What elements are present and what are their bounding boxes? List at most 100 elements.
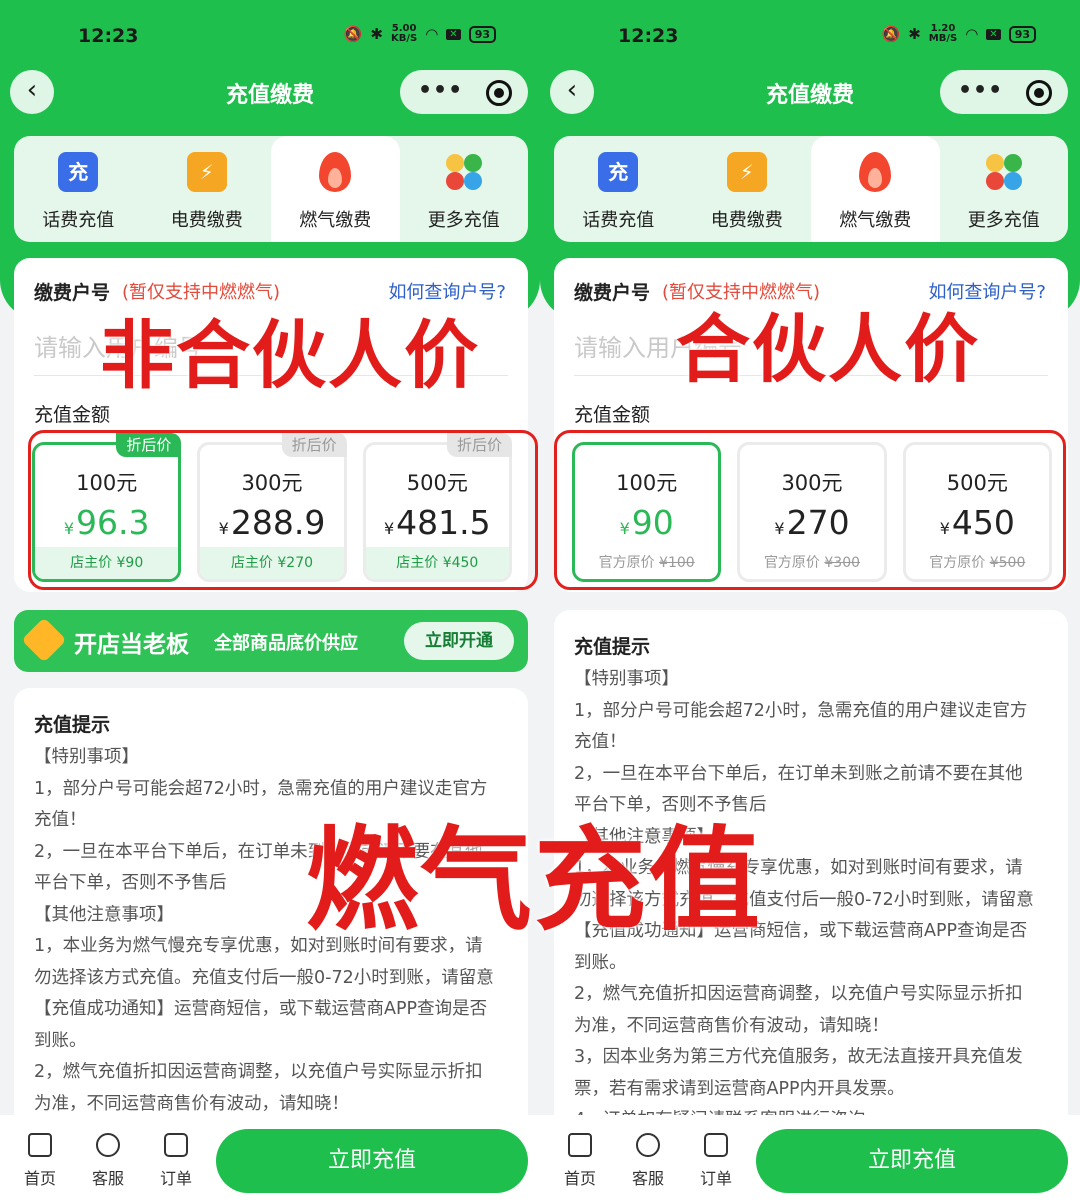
battery-icon: 93	[1008, 25, 1036, 43]
tab-orders-label: 订单	[159, 1169, 192, 1188]
tips-line: 为准，不同运营商售价有波动，请知晓！	[574, 1015, 889, 1036]
status-bar: 12:23 🔕 ✱ 5.00 KB/S ◠ ✕ 93	[0, 18, 540, 54]
electricity-icon: ⚡	[726, 152, 767, 192]
wifi-icon: ◠	[425, 25, 439, 43]
bluetooth-icon: ✱	[370, 25, 383, 43]
tab-gas[interactable]: 燃气缴费	[811, 136, 940, 242]
highlight-frame	[554, 430, 1066, 590]
tab-label: 电费缴费	[710, 210, 783, 231]
home-icon	[28, 1133, 52, 1157]
tips-line: 【充值成功通知】运营商短信，或下载运营商APP查询是否	[34, 999, 488, 1019]
tab-orders[interactable]: 订单	[686, 1133, 746, 1189]
promo-title: 开店当老板	[74, 632, 189, 658]
nav-bar: ‹ 充值缴费 •••	[540, 68, 1080, 114]
sim-icon: ✕	[986, 28, 1001, 40]
chat-icon	[96, 1133, 120, 1157]
category-tabs: 充 话费充值 ⚡ 电费缴费 燃气缴费 更多充值	[554, 136, 1068, 242]
tab-service[interactable]: 客服	[618, 1133, 678, 1189]
tab-electricity[interactable]: ⚡ 电费缴费	[683, 136, 812, 242]
order-list-icon	[164, 1133, 188, 1157]
close-target-icon[interactable]	[486, 80, 512, 106]
tab-home-label: 首页	[563, 1169, 596, 1188]
tab-more[interactable]: 更多充值	[940, 136, 1069, 242]
category-tabs: 充 话费充值 ⚡ 电费缴费 燃气缴费 更多充值	[14, 136, 528, 242]
more-apps-icon	[444, 152, 484, 192]
phone-recharge-icon: 充	[58, 152, 99, 192]
tips-line: 2，燃气充值折扣因运营商调整，以充值户号实际显示折扣	[574, 984, 1023, 1004]
right-screenshot: 12:23 🔕 ✱ 1.20 MB/S ◠ ✕ 93 ‹ 充值缴费 ••• 充 话…	[540, 0, 1080, 1203]
diamond-icon	[21, 617, 67, 663]
tab-home[interactable]: 首页	[10, 1133, 70, 1189]
recharge-now-button[interactable]: 立即充值	[756, 1129, 1068, 1193]
home-icon	[568, 1133, 592, 1157]
left-screenshot: 12:23 🔕 ✱ 5.00 KB/S ◠ ✕ 93 ‹ 充值缴费 ••• 充 话…	[0, 0, 540, 1203]
status-time: 12:23	[78, 25, 139, 47]
status-icons: 🔕 ✱ 5.00 KB/S ◠ ✕ 93	[344, 24, 496, 44]
open-now-button[interactable]: 立即开通	[404, 622, 514, 660]
tab-phone-recharge[interactable]: 充 话费充值	[14, 136, 143, 242]
gas-flame-icon	[315, 152, 355, 192]
tips-line: 2，燃气充值折扣因运营商调整，以充值户号实际显示折扣	[34, 1062, 483, 1082]
tips-line: 到账。	[574, 952, 627, 973]
tab-home[interactable]: 首页	[550, 1133, 610, 1189]
amount-label: 充值金额	[34, 404, 111, 426]
gas-flame-icon	[855, 152, 895, 192]
overlay-partner-price: 合伙人价	[676, 307, 980, 393]
tab-home-label: 首页	[23, 1169, 56, 1188]
status-icons: 🔕 ✱ 1.20 MB/S ◠ ✕ 93	[881, 23, 1036, 44]
electricity-icon: ⚡	[186, 152, 227, 192]
tips-line: 1，部分户号可能会超72小时，急需充值的用户建议走官方	[574, 700, 1028, 721]
bottom-bar: 首页 客服 订单 立即充值	[540, 1115, 1080, 1203]
tab-service-label: 客服	[631, 1169, 664, 1188]
miniapp-capsule: •••	[940, 70, 1068, 114]
sim-icon: ✕	[446, 28, 461, 40]
bluetooth-icon: ✱	[908, 25, 921, 43]
amount-label: 充值金额	[574, 404, 651, 426]
tips-line: 充值！	[574, 732, 627, 752]
net-speed: 1.20 MB/S	[928, 23, 958, 44]
tab-label: 燃气缴费	[839, 210, 912, 231]
mute-icon: 🔕	[881, 25, 901, 43]
status-time: 12:23	[618, 25, 679, 47]
bottom-bar: 首页 客服 订单 立即充值	[0, 1115, 540, 1203]
tab-more[interactable]: 更多充值	[400, 136, 529, 242]
tab-phone-recharge[interactable]: 充 话费充值	[554, 136, 683, 242]
tab-label: 话费充值	[42, 210, 115, 231]
tips-line: 票，若有需求请到运营商APP内开具发票。	[574, 1078, 905, 1099]
promo-subtitle: 全部商品底价供应	[214, 633, 358, 654]
tab-label: 燃气缴费	[299, 210, 372, 231]
nav-bar: ‹ 充值缴费 •••	[0, 68, 540, 114]
miniapp-capsule: •••	[400, 70, 528, 114]
more-dots-icon[interactable]: •••	[958, 78, 1003, 103]
tab-orders[interactable]: 订单	[146, 1133, 206, 1189]
overlay-gas-recharge: 燃气充值	[306, 816, 762, 946]
status-bar: 12:23 🔕 ✱ 1.20 MB/S ◠ ✕ 93	[540, 18, 1080, 54]
tips-line: 勿选择该方式充值。充值支付后一般0-72小时到账，请留意	[34, 967, 494, 988]
tab-label: 话费充值	[582, 210, 655, 231]
phone-recharge-icon: 充	[598, 152, 639, 192]
account-label: 缴费户号	[574, 282, 651, 304]
tab-service-label: 客服	[91, 1169, 124, 1188]
tab-label: 电费缴费	[170, 210, 243, 231]
tips-line: 3，因本业务为第三方代充值服务，故无法直接开具充值发	[574, 1047, 1023, 1067]
tips-title: 充值提示	[574, 636, 651, 658]
chat-icon	[636, 1133, 660, 1157]
tips-title: 充值提示	[34, 714, 111, 736]
recharge-now-button[interactable]: 立即充值	[216, 1129, 528, 1193]
battery-icon: 93	[468, 25, 496, 43]
tips-line: 到账。	[34, 1030, 87, 1051]
close-target-icon[interactable]	[1026, 80, 1052, 106]
more-dots-icon[interactable]: •••	[418, 78, 463, 103]
tips-line: 【特别事项】	[574, 669, 679, 689]
mute-icon: 🔕	[343, 25, 363, 43]
overlay-non-partner-price: 非合伙人价	[100, 313, 480, 399]
more-apps-icon	[984, 152, 1024, 192]
highlight-frame	[28, 430, 538, 590]
tab-electricity[interactable]: ⚡ 电费缴费	[143, 136, 272, 242]
net-speed: 5.00 KB/S	[390, 23, 418, 44]
account-label: 缴费户号	[34, 282, 111, 304]
tips-line: 2，一旦在本平台下单后，在订单未到账之前请不要在其他	[574, 763, 1023, 784]
tab-service[interactable]: 客服	[78, 1133, 138, 1189]
tab-gas[interactable]: 燃气缴费	[271, 136, 400, 242]
open-shop-banner[interactable]: 开店当老板 全部商品底价供应 立即开通	[14, 610, 528, 672]
